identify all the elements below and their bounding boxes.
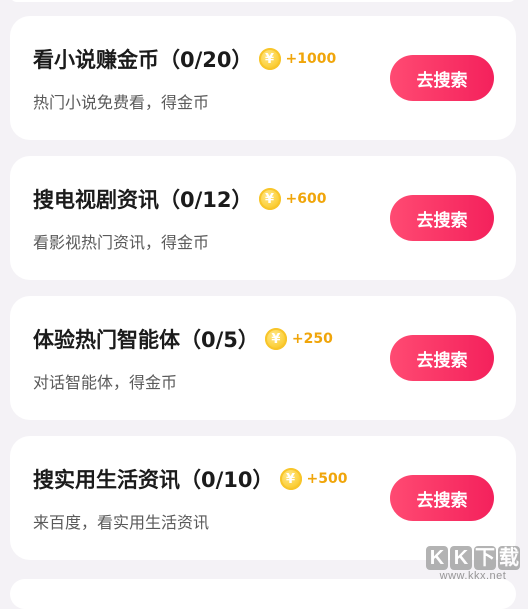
watermark-letter: 下 [474, 546, 496, 570]
watermark-letter: K [450, 546, 472, 570]
task-progress: （0/20） [159, 48, 253, 72]
task-description: 热门小说免费看，得金币 [33, 93, 210, 112]
watermark-url: www.kkx.net [439, 570, 507, 582]
task-progress: （0/5） [180, 328, 259, 352]
task-title: 搜电视剧资讯 [33, 188, 159, 212]
go-search-button[interactable]: 去搜索 [390, 475, 494, 521]
gold-coin-icon: ¥ [279, 468, 302, 490]
task-progress: （0/10） [180, 468, 274, 492]
task-reward: +500 [306, 471, 348, 487]
task-list: 看小说赚金币 （0/20） ¥ +1000 热门小说免费看，得金币 去搜索 搜电… [10, 16, 516, 576]
task-reward: +600 [285, 191, 327, 207]
gold-coin-icon: ¥ [258, 188, 281, 210]
task-title-row: 搜实用生活资讯 （0/10） ¥ +500 [33, 464, 347, 494]
task-reward: +250 [291, 331, 333, 347]
partial-task-card-bottom [10, 579, 516, 609]
task-description: 来百度，看实用生活资讯 [33, 513, 210, 532]
gold-coin-icon: ¥ [258, 48, 281, 70]
watermark-letter: K [426, 546, 448, 570]
watermark: K K 下 载 www.kkx.net [426, 546, 520, 582]
task-title-row: 体验热门智能体 （0/5） ¥ +250 [33, 324, 333, 354]
task-title: 体验热门智能体 [33, 328, 180, 352]
task-title: 看小说赚金币 [33, 48, 159, 72]
task-card-ai-agent: 体验热门智能体 （0/5） ¥ +250 对话智能体，得金币 去搜索 [10, 296, 516, 420]
task-title-row: 搜电视剧资讯 （0/12） ¥ +600 [33, 184, 326, 214]
watermark-letter: 载 [498, 546, 520, 570]
task-description: 对话智能体，得金币 [33, 373, 178, 392]
watermark-logo: K K 下 载 [426, 546, 520, 570]
partial-task-card-top [10, 0, 516, 2]
task-card-life-info: 搜实用生活资讯 （0/10） ¥ +500 来百度，看实用生活资讯 去搜索 [10, 436, 516, 560]
go-search-button[interactable]: 去搜索 [390, 55, 494, 101]
task-title-row: 看小说赚金币 （0/20） ¥ +1000 [33, 44, 336, 74]
task-title: 搜实用生活资讯 [33, 468, 180, 492]
go-search-button[interactable]: 去搜索 [390, 335, 494, 381]
task-description: 看影视热门资讯，得金币 [33, 233, 210, 252]
go-search-button[interactable]: 去搜索 [390, 195, 494, 241]
gold-coin-icon: ¥ [264, 328, 287, 350]
task-progress: （0/12） [159, 188, 253, 212]
task-card-read-novels: 看小说赚金币 （0/20） ¥ +1000 热门小说免费看，得金币 去搜索 [10, 16, 516, 140]
task-card-tv-news: 搜电视剧资讯 （0/12） ¥ +600 看影视热门资讯，得金币 去搜索 [10, 156, 516, 280]
task-reward: +1000 [285, 51, 337, 67]
